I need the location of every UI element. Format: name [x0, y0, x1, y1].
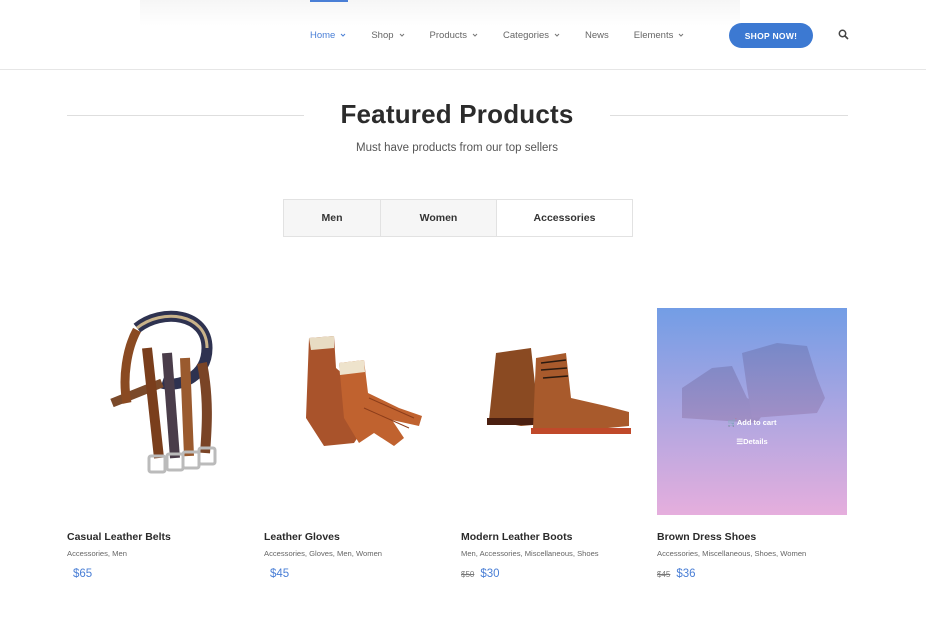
- hover-overlay: [657, 308, 847, 515]
- chevron-down-icon: [399, 33, 404, 37]
- product-image[interactable]: 🛒Add to cart ☰Details: [657, 308, 847, 515]
- add-to-cart-link[interactable]: 🛒Add to cart: [657, 418, 847, 427]
- nav-item-products[interactable]: Products: [430, 0, 479, 70]
- product-name[interactable]: Casual Leather Belts: [67, 531, 257, 543]
- product-name[interactable]: Leather Gloves: [264, 531, 454, 543]
- product-card: Leather Gloves Accessories, Gloves, Men,…: [264, 308, 454, 580]
- product-name[interactable]: Brown Dress Shoes: [657, 531, 847, 543]
- search-icon[interactable]: [838, 29, 849, 40]
- boots-image: [487, 348, 631, 434]
- section-subtitle: Must have products from our top sellers: [356, 142, 558, 154]
- product-categories: Accessories, Gloves, Men, Women: [264, 549, 383, 558]
- belts-image: [110, 310, 217, 474]
- chevron-down-icon: [679, 33, 684, 37]
- product-card: Modern Leather Boots Men, Accessories, M…: [461, 308, 651, 580]
- product-price: $65: [67, 568, 257, 580]
- product-price: $50 $30: [461, 568, 651, 580]
- product-name[interactable]: Modern Leather Boots: [461, 531, 651, 543]
- chevron-down-icon: [472, 33, 478, 37]
- nav-item-label: Elements: [633, 29, 674, 41]
- old-price: $45: [657, 570, 671, 579]
- chevron-down-icon: [554, 33, 560, 37]
- tab-women[interactable]: Women: [381, 200, 497, 236]
- nav-item-shop[interactable]: Shop: [371, 0, 404, 70]
- tab-accessories[interactable]: Accessories: [497, 200, 632, 236]
- current-price: $65: [73, 568, 93, 580]
- current-price: $30: [480, 568, 500, 580]
- product-card: 🛒Add to cart ☰Details Brown Dress Shoes …: [657, 308, 847, 580]
- gloves-image: [306, 336, 422, 446]
- title-divider-right: [610, 115, 848, 116]
- nav-item-home[interactable]: Home: [310, 0, 349, 70]
- add-to-cart-label: Add to cart: [736, 418, 777, 427]
- old-price: $50: [461, 570, 475, 579]
- nav-item-label: News: [584, 29, 609, 41]
- product-image[interactable]: [461, 308, 651, 515]
- nav-item-label: Home: [310, 29, 336, 41]
- details-link[interactable]: ☰Details: [657, 437, 847, 446]
- nav-item-categories[interactable]: Categories: [503, 0, 560, 70]
- product-categories: Men, Accessories, Miscellaneous, Shoes: [461, 549, 599, 558]
- tab-men[interactable]: Men: [284, 200, 381, 236]
- product-price: $45 $36: [657, 568, 847, 580]
- main-nav: Home Shop Products Categories News Eleme…: [310, 0, 709, 70]
- current-price: $36: [676, 568, 696, 580]
- product-filter-tabs: Men Women Accessories: [283, 199, 633, 237]
- product-card: Casual Leather Belts Accessories, Men $6…: [67, 308, 257, 580]
- product-categories: Accessories, Miscellaneous, Shoes, Women: [657, 549, 807, 558]
- title-divider-left: [67, 115, 304, 116]
- site-header: Home Shop Products Categories News Eleme…: [0, 0, 926, 70]
- current-price: $45: [270, 568, 290, 580]
- section-title: Featured Products: [340, 99, 574, 129]
- nav-item-news[interactable]: News: [585, 0, 609, 70]
- nav-item-label: Shop: [371, 29, 394, 41]
- chevron-down-icon: [340, 33, 346, 37]
- product-image[interactable]: [67, 308, 257, 515]
- shop-now-button[interactable]: SHOP NOW!: [729, 23, 813, 48]
- nav-item-elements[interactable]: Elements: [634, 0, 685, 70]
- cart-icon: 🛒: [727, 418, 737, 427]
- product-price: $45: [264, 568, 454, 580]
- nav-item-label: Categories: [503, 29, 549, 41]
- nav-item-label: Products: [429, 29, 468, 41]
- product-categories: Accessories, Men: [67, 549, 127, 558]
- details-label: Details: [743, 437, 768, 446]
- product-image[interactable]: [264, 308, 454, 515]
